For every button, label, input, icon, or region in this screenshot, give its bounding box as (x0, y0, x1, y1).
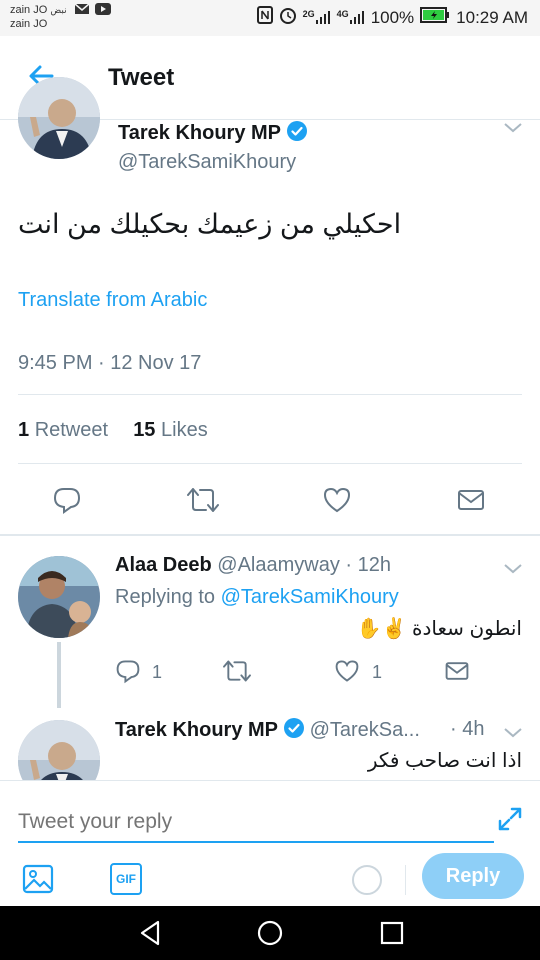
image-icon[interactable] (22, 863, 54, 900)
chevron-down-icon[interactable] (502, 562, 524, 581)
main-tweet: Tarek Khoury MP @TarekSamiKhoury احكيلي … (0, 77, 540, 535)
signal-icon-1 (315, 9, 331, 27)
recents-nav-icon[interactable] (377, 918, 407, 953)
verified-badge-icon (284, 718, 304, 744)
avatar[interactable] (18, 720, 100, 780)
reply-count: 1 (152, 662, 163, 682)
divider (18, 394, 522, 395)
status-bar: zain JO نبض zain JO 2G 4G 100% 10:29 AM (0, 0, 540, 36)
carrier-1: zain JO (10, 4, 48, 16)
divider (18, 463, 522, 464)
reply-time: · 12h (345, 554, 391, 576)
reply-input[interactable] (18, 803, 494, 843)
likes-stat[interactable]: 15 Likes (133, 419, 208, 441)
thread-line (57, 642, 61, 708)
divider (405, 865, 406, 895)
likes-count: 15 (133, 419, 156, 441)
retweet-icon[interactable] (186, 485, 220, 515)
reply-author-name[interactable]: Tarek Khoury MP (115, 719, 278, 741)
direct-message-icon[interactable] (456, 485, 486, 515)
avatar[interactable] (18, 77, 100, 159)
avatar[interactable] (18, 556, 100, 638)
gif-icon[interactable]: GIF (110, 863, 142, 895)
battery-icon (420, 7, 450, 28)
android-nav-bar (0, 906, 540, 960)
chevron-down-icon[interactable] (502, 121, 524, 140)
home-nav-icon[interactable] (255, 918, 285, 953)
tweet-text: احكيلي من زعيمك بحكيلك من انت (18, 209, 402, 239)
gif-label: GIF (116, 872, 136, 886)
carrier-2: zain JO (10, 18, 48, 30)
retweet-stat[interactable]: 1 Retweet (18, 419, 108, 441)
network-2g-label: 2G (302, 8, 315, 19)
retweet-label: Retweet (34, 419, 109, 441)
reply-text: انطون سعادة ✌️✋ (356, 618, 522, 640)
mail-notification-icon (74, 3, 90, 19)
like-count: 1 (372, 662, 383, 682)
reply-tweet[interactable]: Alaa Deeb @Alaamyway · 12h Replying to @… (0, 536, 540, 708)
back-nav-icon[interactable] (136, 918, 166, 953)
reply-button[interactable]: Reply (422, 853, 524, 899)
reply-text: اذا انت صاحب فكر (367, 750, 522, 772)
reply-icon[interactable] (115, 658, 141, 689)
signal-icon-2 (349, 9, 365, 27)
verified-badge-icon (287, 121, 307, 146)
direct-message-icon[interactable] (444, 658, 470, 689)
reply-author-handle[interactable]: @TarekSa... (310, 719, 420, 741)
reply-author-name[interactable]: Alaa Deeb (115, 554, 212, 576)
chevron-down-icon[interactable] (502, 726, 524, 745)
clock-time: 10:29 AM (456, 7, 528, 27)
carrier-1-extra: نبض (50, 5, 67, 15)
tweet-timestamp: 9:45 PM · 12 Nov 17 (18, 352, 202, 374)
reply-time: · 4h (450, 718, 485, 740)
youtube-notification-icon (94, 3, 111, 19)
reply-icon[interactable] (52, 485, 82, 515)
expand-icon[interactable] (496, 805, 524, 838)
page-title: Tweet (108, 64, 175, 91)
reply-author-handle[interactable]: @Alaamyway (217, 554, 340, 576)
translate-link[interactable]: Translate from Arabic (18, 289, 207, 312)
replying-to-label: Replying to (115, 586, 216, 608)
replying-to-handle[interactable]: @TarekSamiKhoury (221, 586, 399, 608)
retweet-icon[interactable] (222, 658, 252, 689)
alarm-icon (279, 6, 297, 29)
character-count-circle-icon (352, 865, 382, 895)
battery-percent: 100% (370, 7, 415, 27)
author-name[interactable]: Tarek Khoury MP (118, 122, 281, 144)
reply-composer: GIF Reply (0, 780, 540, 906)
network-4g-label: 4G (336, 8, 349, 19)
nfc-icon (256, 6, 273, 29)
reply-tweet[interactable]: Tarek Khoury MP @TarekSa... · 4h اذا انت… (0, 708, 540, 780)
retweet-count: 1 (18, 419, 30, 441)
like-heart-icon[interactable] (322, 485, 352, 515)
author-handle[interactable]: @TarekSamiKhoury (118, 151, 296, 174)
likes-label: Likes (161, 419, 208, 441)
like-heart-icon[interactable] (334, 658, 360, 689)
